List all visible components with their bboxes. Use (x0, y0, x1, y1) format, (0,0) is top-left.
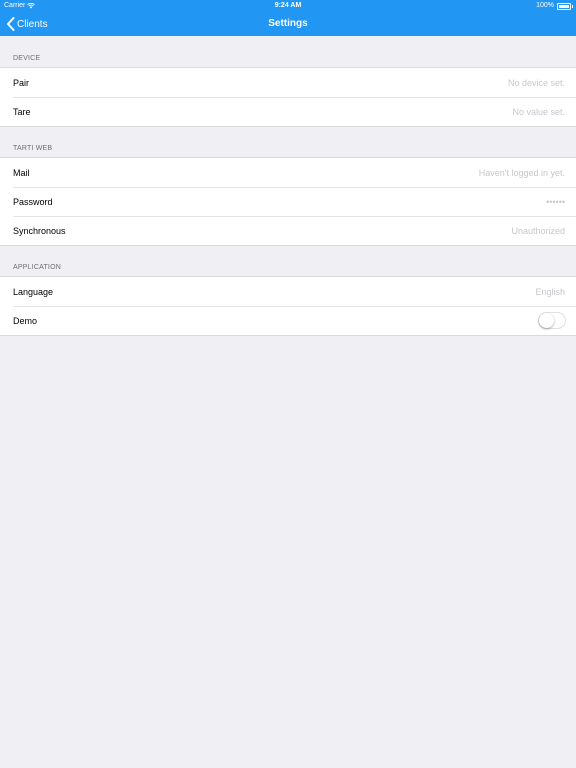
cell-value: Unauthorized (511, 225, 565, 236)
group-application: Language English Demo (0, 276, 576, 336)
battery-icon (557, 2, 573, 10)
cell-label: Language (13, 286, 54, 297)
cell-mail[interactable]: Mail Haven't logged in yet. (0, 158, 576, 187)
status-right: 100% (536, 0, 573, 12)
cell-tare[interactable]: Tare No value set. (0, 97, 576, 126)
section-header-tarti-web: TARTI WEB (13, 145, 53, 152)
cell-label: Tare (13, 106, 31, 117)
section-header-application: APPLICATION (13, 264, 61, 271)
group-device: Pair No device set. Tare No value set. (0, 67, 576, 127)
status-time: 9:24 AM (274, 2, 302, 9)
toggle-knob (539, 313, 554, 328)
cell-password[interactable]: Password •••••• (0, 187, 576, 216)
group-tarti-web: Mail Haven't logged in yet. Password •••… (0, 157, 576, 246)
header-bar: Carrier 9:24 AM 100% Clients Settings (0, 0, 576, 36)
cell-pair[interactable]: Pair No device set. (0, 68, 576, 97)
battery-percent: 100% (536, 2, 554, 9)
cell-label: Synchronous (13, 225, 66, 236)
cell-demo: Demo (0, 306, 576, 335)
demo-toggle[interactable] (538, 312, 566, 329)
cell-value: Haven't logged in yet. (478, 167, 565, 178)
cell-value: No device set. (507, 77, 565, 88)
cell-synchronous[interactable]: Synchronous Unauthorized (0, 216, 576, 245)
cell-label: Pair (13, 77, 30, 88)
cell-language[interactable]: Language English (0, 277, 576, 306)
cell-value: •••••• (546, 196, 565, 207)
navigation-bar: Clients Settings (0, 12, 576, 36)
cell-label: Mail (13, 167, 30, 178)
section-header-device: DEVICE (13, 55, 41, 62)
cell-label: Demo (13, 315, 38, 326)
page-title: Settings (268, 18, 308, 29)
cell-value: No value set. (512, 106, 565, 117)
cell-value: English (535, 286, 565, 297)
cell-label: Password (13, 196, 53, 207)
status-bar: Carrier 9:24 AM 100% (0, 0, 576, 12)
